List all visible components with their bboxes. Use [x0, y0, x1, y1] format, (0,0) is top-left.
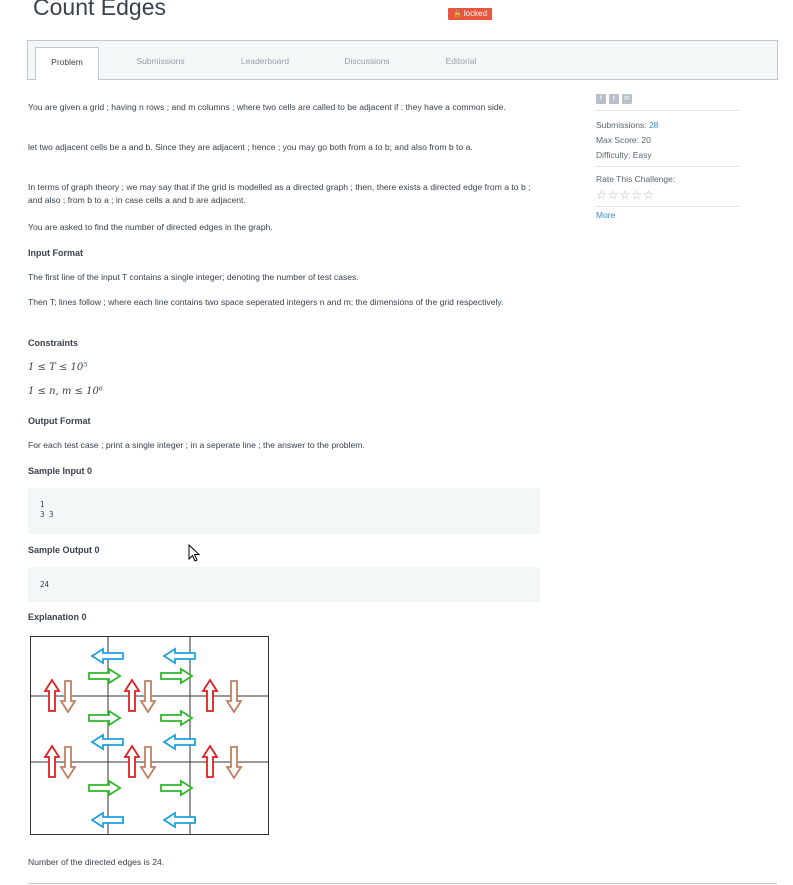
- tab-problem[interactable]: Problem: [35, 47, 99, 80]
- paragraph: In terms of graph theory ; we may say th…: [28, 182, 531, 205]
- max-score-value: 20: [641, 135, 651, 145]
- sample-input-line: 3 3: [40, 510, 54, 519]
- paragraph: The first line of the input T contains a…: [28, 272, 359, 282]
- divider: [596, 206, 739, 207]
- tab-bar: Problem Submissions Leaderboard Discussi…: [27, 40, 778, 80]
- green-arrow-right: [160, 780, 193, 796]
- social-icons: f t in: [596, 92, 635, 104]
- tab-submissions[interactable]: Submissions: [128, 41, 193, 79]
- sample-input-heading: Sample Input 0: [28, 466, 93, 476]
- input-format-heading: Input Format: [28, 248, 83, 258]
- page-title: Count Edges: [33, 0, 166, 20]
- constraint-1: 1 ≤ T ≤ 10⁵: [28, 362, 88, 373]
- paragraph: let two adjacent cells be a and b. Since…: [28, 142, 473, 152]
- green-arrow-right: [88, 780, 121, 796]
- twitter-icon[interactable]: t: [609, 94, 619, 104]
- submissions-value[interactable]: 28: [649, 120, 658, 130]
- bottom-divider: [28, 883, 777, 884]
- grid-border: [30, 636, 269, 835]
- green-arrow-right: [88, 668, 121, 684]
- difficulty-stat: Difficulty: Easy: [596, 150, 652, 160]
- sample-output-heading: Sample Output 0: [28, 545, 100, 555]
- tab-leaderboard[interactable]: Leaderboard: [231, 41, 299, 79]
- locked-badge: 🔒 locked: [448, 8, 492, 20]
- submissions-stat: Submissions: 28: [596, 120, 658, 130]
- sample-input-line: 1: [40, 500, 45, 509]
- lock-icon: 🔒: [452, 11, 462, 18]
- linkedin-icon[interactable]: in: [622, 94, 632, 104]
- divider: [596, 166, 739, 167]
- paragraph: For each test case ; print a single inte…: [28, 440, 365, 450]
- max-score-label: Max Score:: [596, 135, 639, 145]
- more-link[interactable]: More: [596, 210, 615, 220]
- output-format-heading: Output Format: [28, 416, 91, 426]
- max-score-stat: Max Score: 20: [596, 135, 651, 145]
- explanation-text: Number of the directed edges is 24.: [28, 857, 165, 867]
- mouse-cursor-icon: [188, 544, 201, 562]
- divider: [596, 110, 739, 111]
- paragraph: You are given a grid ; having n rows ; a…: [28, 102, 506, 112]
- difficulty-value: Easy: [632, 150, 652, 160]
- difficulty-label: Difficulty:: [596, 150, 631, 160]
- paragraph: You are asked to find the number of dire…: [28, 222, 273, 232]
- sample-output-box: 24: [28, 567, 540, 602]
- tab-discussions[interactable]: Discussions: [334, 41, 400, 79]
- constraints-heading: Constraints: [28, 338, 79, 348]
- green-arrow-right: [160, 710, 193, 726]
- grid-diagram: [30, 636, 269, 835]
- constraint-2: 1 ≤ n, m ≤ 10⁶: [28, 386, 103, 397]
- green-arrow-right: [88, 710, 121, 726]
- paragraph: Then T; lines follow ; where each line c…: [28, 297, 504, 307]
- sample-output-line: 24: [40, 580, 50, 589]
- facebook-icon[interactable]: f: [596, 94, 606, 104]
- rating-stars[interactable]: ☆☆☆☆☆: [596, 188, 655, 202]
- rate-label: Rate This Challenge:: [596, 174, 676, 184]
- explanation-heading: Explanation 0: [28, 612, 87, 622]
- sample-input-box: 1 3 3: [28, 488, 540, 534]
- tab-editorial[interactable]: Editorial: [436, 41, 486, 79]
- locked-label: locked: [463, 9, 488, 18]
- submissions-label: Submissions:: [596, 120, 647, 130]
- green-arrow-right: [160, 668, 193, 684]
